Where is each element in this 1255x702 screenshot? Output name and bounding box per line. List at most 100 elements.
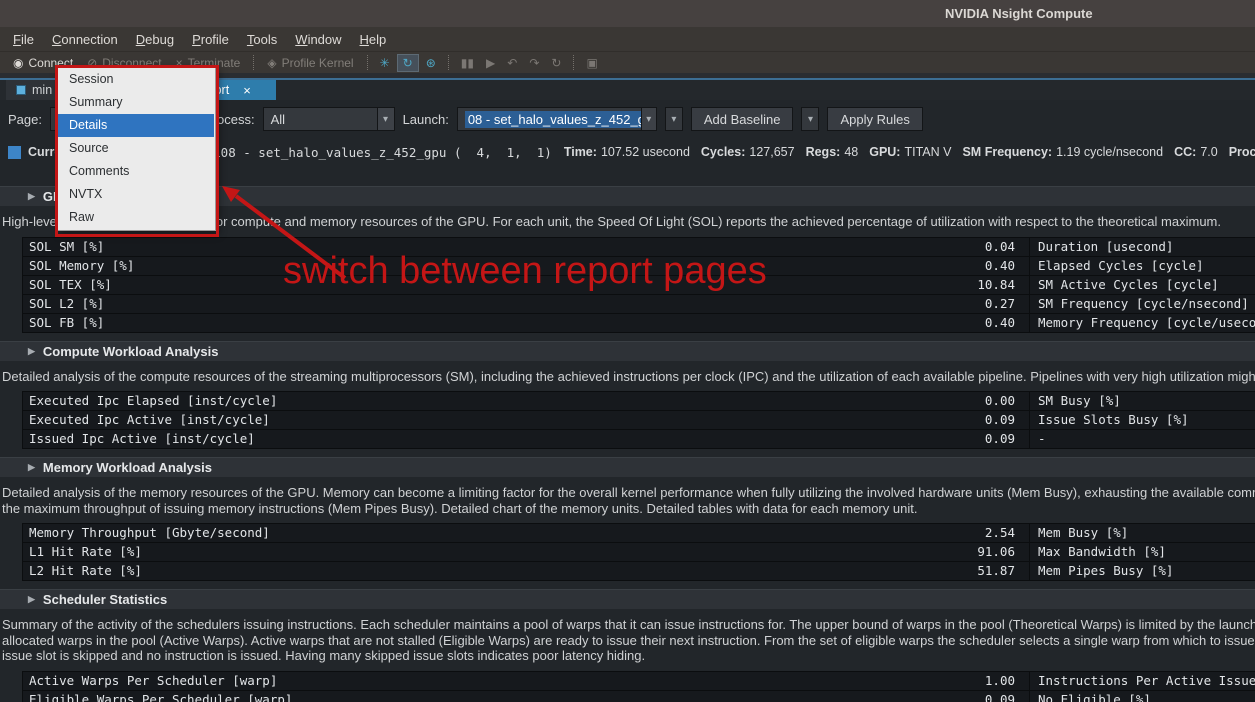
table-row[interactable]: SOL TEX [%]10.84SM Active Cycles [cycle]	[23, 276, 1255, 295]
process-combo[interactable]: All ▾	[263, 107, 395, 131]
metric-value: 0.04	[753, 238, 1023, 256]
metrics-table: SOL SM [%]0.04Duration [usecond]SOL Memo…	[22, 237, 1255, 333]
table-row[interactable]: Eligible Warps Per Scheduler [warp]0.09N…	[23, 691, 1255, 702]
table-row[interactable]: Memory Throughput [Gbyte/second]2.54Mem …	[23, 524, 1255, 543]
page-menu-item-summary[interactable]: Summary	[58, 91, 214, 114]
launch-label: Launch:	[403, 112, 449, 127]
table-row[interactable]: Active Warps Per Scheduler [warp]1.00Ins…	[23, 672, 1255, 691]
kernel-info-fields: Time:107.52 usecondCycles:127,657Regs:48…	[564, 145, 1255, 159]
section-header[interactable]: ▶Compute Workload Analysis	[0, 341, 1255, 361]
step-over-icon[interactable]: ↷	[524, 55, 544, 71]
page-menu-item-session[interactable]: Session	[58, 68, 214, 91]
metric-name: Elapsed Cycles [cycle]	[1029, 257, 1255, 275]
window-title: NVIDIA Nsight Compute	[945, 6, 1093, 21]
page-menu-item-source[interactable]: Source	[58, 137, 214, 160]
section-description: Summary of the activity of the scheduler…	[2, 617, 1255, 664]
kernel-field-value: TITAN V	[904, 145, 951, 159]
metric-name: -	[1029, 430, 1255, 448]
section-expand-icon[interactable]: ▶	[28, 462, 35, 473]
add-baseline-menu-button[interactable]: ▾	[801, 107, 819, 131]
kernel-field-label: SM Frequency:	[962, 145, 1052, 159]
menu-tools[interactable]: Tools	[238, 28, 286, 51]
page-menu-item-nvtx[interactable]: NVTX	[58, 183, 214, 206]
section-header[interactable]: ▶ Memory Workload Analysis	[0, 457, 1255, 477]
next-trigger-icon[interactable]: ▣	[581, 55, 602, 71]
table-row[interactable]: SOL Memory [%]0.40Elapsed Cycles [cycle]	[23, 257, 1255, 276]
resume-icon[interactable]: ▶	[481, 55, 500, 71]
profile-kernel-label: Profile Kernel	[282, 56, 354, 70]
metric-name: Max Bandwidth [%]	[1029, 543, 1255, 561]
metric-name: SOL L2 [%]	[23, 295, 753, 313]
page-menu-item-comments[interactable]: Comments	[58, 160, 214, 183]
section-header[interactable]: ▶Scheduler Statistics	[0, 589, 1255, 609]
metric-name: SOL SM [%]	[23, 238, 753, 256]
table-row[interactable]: SOL FB [%]0.40 Memory Frequency [cycle/us…	[23, 314, 1255, 333]
page-menu-item-raw[interactable]: Raw	[58, 206, 214, 229]
metric-name: L1 Hit Rate [%]	[23, 543, 753, 561]
launch-combo[interactable]: 08 - set_halo_values_z_452_gpu ▾	[457, 107, 657, 131]
metric-name: Issued Ipc Active [inst/cycle]	[23, 430, 753, 448]
add-baseline-button[interactable]: Add Baseline	[691, 107, 794, 131]
table-row[interactable]: L2 Hit Rate [%]51.87Mem Pipes Busy [%]	[23, 562, 1255, 581]
table-row[interactable]: SOL L2 [%]0.27SM Frequency [cycle/nsecon…	[23, 295, 1255, 314]
connect-icon: ◉	[13, 56, 23, 70]
metric-name: Memory Frequency [cycle/usecond]	[1029, 314, 1255, 332]
metric-name: Issue Slots Busy [%]	[1029, 411, 1255, 429]
auto-profile-icon[interactable]: ↻	[397, 54, 419, 72]
table-row[interactable]: L1 Hit Rate [%]91.06 Max Bandwidth [%]	[23, 543, 1255, 562]
menu-window[interactable]: Window	[286, 28, 350, 51]
section-description: Detailed analysis of the compute resourc…	[2, 369, 1255, 385]
metric-name: SM Busy [%]	[1029, 392, 1255, 410]
kernel-field-value: 107.52 usecond	[601, 145, 690, 159]
section-description: Detailed analysis of the memory resource…	[2, 485, 1255, 516]
metrics-table: Memory Throughput [Gbyte/second]2.54Mem …	[22, 523, 1255, 581]
section-expand-icon[interactable]: ▶	[28, 191, 35, 202]
metric-name: SOL FB [%]	[23, 314, 753, 332]
toolbar-separator	[253, 55, 254, 70]
tab-label: min	[32, 83, 52, 97]
pause-icon[interactable]: ▮▮	[456, 55, 479, 71]
interactive-profile-icon[interactable]: ✳	[375, 55, 395, 71]
page-label: Page:	[8, 112, 42, 127]
step-in-icon[interactable]: ↶	[502, 55, 522, 71]
menu-file[interactable]: File	[4, 28, 43, 51]
metric-name: SOL Memory [%]	[23, 257, 753, 275]
table-row[interactable]: Executed Ipc Elapsed [inst/cycle]0.00SM …	[23, 392, 1255, 411]
metrics-table: Active Warps Per Scheduler [warp]1.00Ins…	[22, 671, 1255, 702]
kernel-field-value: 48	[844, 145, 858, 159]
section-title: Memory Workload Analysis	[43, 460, 212, 475]
metric-value: 91.06	[753, 543, 1023, 561]
metric-name: Mem Busy [%]	[1029, 524, 1255, 542]
kernel-field-value: 1.19 cycle/nsecond	[1056, 145, 1163, 159]
launch-history-button[interactable]: ▾	[665, 107, 683, 131]
profile-series-icon[interactable]: ⊛	[421, 55, 441, 71]
kernel-field-label: Process:	[1229, 145, 1255, 159]
metrics-table: Executed Ipc Elapsed [inst/cycle]0.00SM …	[22, 391, 1255, 449]
metric-name: Eligible Warps Per Scheduler [warp]	[23, 691, 753, 702]
menu-connection[interactable]: Connection	[43, 28, 127, 51]
profile-kernel-button[interactable]: ◈ Profile Kernel	[260, 54, 360, 72]
report-sections: ▶GPU Speed Of LightHigh-level overview o…	[0, 186, 1255, 702]
menu-help[interactable]: Help	[351, 28, 396, 51]
table-row[interactable]: SOL SM [%]0.04Duration [usecond]	[23, 238, 1255, 257]
toolbar-separator	[367, 55, 368, 70]
metric-name: Executed Ipc Active [inst/cycle]	[23, 411, 753, 429]
section-expand-icon[interactable]: ▶	[28, 594, 35, 605]
metric-value: 0.09	[753, 411, 1023, 429]
launch-combo-value: 08 - set_halo_values_z_452_gpu	[465, 111, 641, 128]
menu-profile[interactable]: Profile	[183, 28, 238, 51]
menu-debug[interactable]: Debug	[127, 28, 183, 51]
metric-name: SM Active Cycles [cycle]	[1029, 276, 1255, 294]
result-color-swatch[interactable]	[8, 146, 21, 159]
apply-rules-button[interactable]: Apply Rules	[827, 107, 922, 131]
metric-value: 0.40	[753, 314, 1023, 332]
page-menu-item-details[interactable]: Details	[58, 114, 214, 137]
table-row[interactable]: Executed Ipc Active [inst/cycle]0.09 Issu…	[23, 411, 1255, 430]
metric-value: 1.00	[753, 672, 1023, 690]
step-out-icon[interactable]: ↻	[546, 55, 566, 71]
chevron-down-icon: ▾	[671, 114, 676, 125]
metric-name: Instructions Per Active Issue Slot [inst…	[1029, 672, 1255, 690]
section-expand-icon[interactable]: ▶	[28, 346, 35, 357]
table-row[interactable]: Issued Ipc Active [inst/cycle]0.09-	[23, 430, 1255, 449]
close-icon[interactable]: ×	[243, 83, 251, 98]
